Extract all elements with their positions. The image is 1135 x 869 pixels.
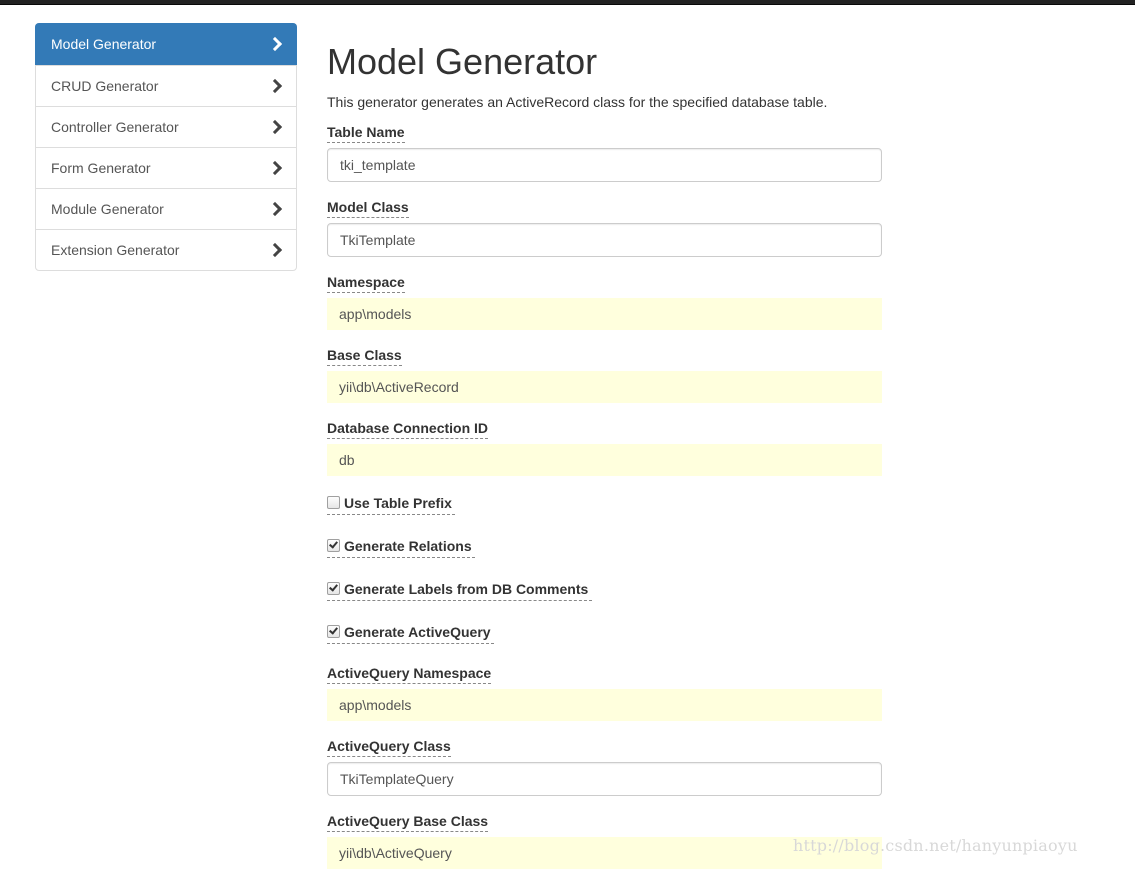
chevron-right-icon (267, 36, 283, 52)
activequery-base-class-label[interactable]: ActiveQuery Base Class (327, 813, 489, 832)
label-underline (327, 643, 494, 644)
chevron-right-icon (267, 119, 283, 135)
page-description: This generator generates an ActiveRecord… (327, 94, 828, 110)
checkmark-icon (329, 582, 338, 592)
namespace-label[interactable]: Namespace (327, 274, 405, 293)
sidebar-item-label: Controller Generator (51, 119, 179, 135)
model-class-label[interactable]: Model Class (327, 199, 409, 218)
label-underline (327, 600, 592, 601)
label-underline (327, 514, 455, 515)
chevron-right-icon (267, 160, 283, 176)
generate-activequery-checkbox[interactable] (327, 625, 340, 638)
generate-activequery-label[interactable]: Generate ActiveQuery (344, 624, 491, 641)
sidebar-item-label: Extension Generator (51, 242, 180, 258)
table-name-label[interactable]: Table Name (327, 124, 405, 143)
namespace-field[interactable]: app\models (327, 298, 882, 330)
sidebar-item-module-generator[interactable]: Module Generator (36, 188, 296, 229)
generate-relations-checkbox[interactable] (327, 539, 340, 552)
label-underline (327, 557, 475, 558)
sidebar-item-controller-generator[interactable]: Controller Generator (36, 106, 296, 147)
use-table-prefix-label[interactable]: Use Table Prefix (344, 495, 452, 512)
sidebar-item-model-generator[interactable]: Model Generator (35, 23, 297, 65)
base-class-label[interactable]: Base Class (327, 347, 402, 366)
sidebar-item-label: Form Generator (51, 160, 151, 176)
generator-sidebar: Model Generator CRUD Generator Controlle… (35, 23, 297, 271)
activequery-class-input[interactable] (327, 762, 882, 796)
model-class-input[interactable] (327, 223, 882, 257)
generate-relations-label[interactable]: Generate Relations (344, 538, 472, 555)
activequery-namespace-label[interactable]: ActiveQuery Namespace (327, 665, 492, 684)
sidebar-item-label: CRUD Generator (51, 78, 159, 94)
db-connection-field[interactable]: db (327, 444, 882, 476)
activequery-class-label[interactable]: ActiveQuery Class (327, 738, 451, 757)
chevron-right-icon (267, 78, 283, 94)
chevron-right-icon (267, 201, 283, 217)
sidebar-item-label: Model Generator (51, 36, 157, 52)
use-table-prefix-checkbox[interactable] (327, 496, 340, 509)
base-class-field[interactable]: yii\db\ActiveRecord (327, 371, 882, 403)
sidebar-item-extension-generator[interactable]: Extension Generator (36, 229, 296, 270)
sidebar-item-crud-generator[interactable]: CRUD Generator (36, 65, 296, 106)
page-title: Model Generator (327, 41, 598, 82)
sidebar-item-label: Module Generator (51, 201, 164, 217)
db-connection-label[interactable]: Database Connection ID (327, 420, 489, 439)
table-name-input[interactable] (327, 148, 882, 182)
sidebar-item-form-generator[interactable]: Form Generator (36, 147, 296, 188)
checkmark-icon (329, 539, 338, 549)
generate-labels-label[interactable]: Generate Labels from DB Comments (344, 581, 588, 598)
chevron-right-icon (267, 242, 283, 258)
generate-labels-checkbox[interactable] (327, 582, 340, 595)
watermark-text: http://blog.csdn.net/hanyunpiaoyu (793, 836, 1078, 855)
checkmark-icon (329, 625, 338, 635)
activequery-namespace-field[interactable]: app\models (327, 689, 882, 721)
top-bar (0, 0, 1135, 5)
